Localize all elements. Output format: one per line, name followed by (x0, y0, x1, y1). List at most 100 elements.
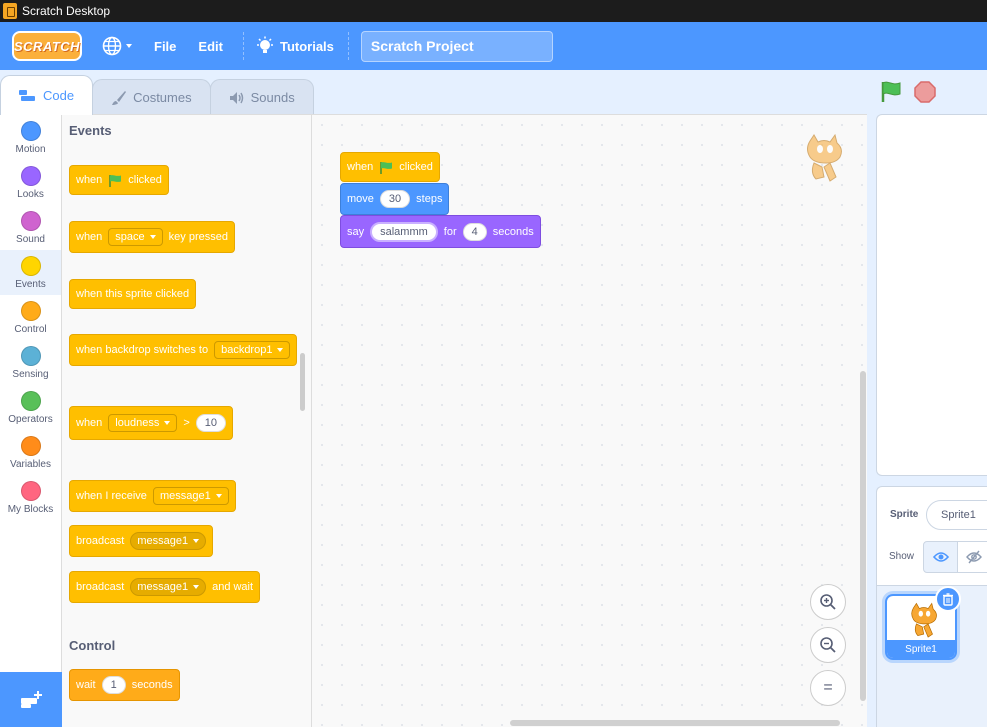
category-dot (20, 165, 41, 186)
category-dot (20, 300, 41, 321)
globe-icon (102, 36, 122, 56)
category-label: Looks (17, 188, 44, 200)
sprite-info-panel: Sprite Sprite1 Show (876, 486, 987, 586)
category-events[interactable]: Events (0, 250, 61, 295)
palette-heading-control: Control (69, 638, 116, 653)
project-title-input[interactable]: Scratch Project (360, 30, 553, 62)
backdrop-dropdown[interactable]: backdrop1 (214, 341, 291, 359)
tutorials-label: Tutorials (279, 38, 334, 54)
script-say-for-seconds[interactable]: say salammm for 4 seconds (340, 215, 541, 248)
block-when-i-receive[interactable]: when I receive message1 (69, 467, 236, 512)
cat-sprite-icon (911, 602, 937, 638)
dropdown-value: message1 (159, 490, 211, 502)
script-area-vertical-scrollbar[interactable] (860, 371, 866, 701)
menu-divider (347, 32, 349, 60)
caret-icon (164, 421, 171, 425)
zoom-out-button[interactable] (810, 627, 846, 663)
file-menu[interactable]: File (154, 39, 176, 54)
sensor-dropdown[interactable]: loudness (108, 414, 178, 432)
dropdown-value: message1 (137, 581, 189, 593)
block-when-backdrop-switches[interactable]: when backdrop switches to backdrop1 (69, 321, 298, 366)
stage-canvas[interactable] (876, 114, 987, 476)
category-label: Variables (10, 458, 51, 470)
script-when-flag-clicked[interactable]: when clicked (340, 139, 440, 182)
scratch-app-icon (3, 3, 17, 19)
script-area[interactable]: when clicked move 30 steps say salammm f… (312, 114, 867, 727)
hide-sprite-button[interactable] (957, 541, 987, 573)
block-categories: Motion Looks Sound Events Control Sensin… (0, 114, 62, 727)
menu-bar: SCRATCH File Edit Tutorials Scratch Proj… (0, 22, 987, 70)
category-my-blocks[interactable]: My Blocks (0, 475, 61, 520)
category-dot (20, 120, 41, 141)
block-text: when (347, 161, 374, 173)
say-message-input[interactable]: salammm (370, 221, 438, 242)
block-broadcast-and-wait[interactable]: broadcast message1 and wait (69, 571, 261, 603)
category-looks[interactable]: Looks (0, 160, 61, 205)
category-sound[interactable]: Sound (0, 205, 61, 250)
block-text: broadcast (76, 581, 125, 593)
block-when-key-pressed[interactable]: when space key pressed (69, 208, 235, 253)
category-dot (20, 435, 41, 456)
message-dropdown[interactable]: message1 (130, 532, 207, 550)
green-flag-icon[interactable] (880, 80, 902, 104)
category-label: Events (15, 278, 46, 290)
wait-seconds-input[interactable]: 1 (101, 676, 126, 694)
block-wait-seconds[interactable]: wait 1 seconds (69, 669, 180, 701)
code-icon (19, 89, 35, 101)
category-sensing[interactable]: Sensing (0, 340, 61, 385)
category-operators[interactable]: Operators (0, 385, 61, 430)
zoom-out-icon (820, 637, 836, 653)
block-text: and wait (212, 581, 254, 593)
edit-menu[interactable]: Edit (198, 39, 223, 54)
palette-scrollbar[interactable] (300, 353, 305, 411)
tab-sounds[interactable]: Sounds (209, 79, 314, 115)
category-motion[interactable]: Motion (0, 115, 61, 160)
zoom-reset-button[interactable]: = (810, 670, 846, 706)
block-text: seconds (492, 225, 534, 238)
threshold-input[interactable]: 10 (195, 414, 227, 432)
dropdown-value: message1 (137, 535, 189, 547)
block-text: when (76, 417, 103, 429)
show-sprite-button[interactable] (923, 541, 958, 573)
block-broadcast[interactable]: broadcast message1 (69, 525, 214, 557)
category-dot (20, 390, 41, 411)
category-variables[interactable]: Variables (0, 430, 61, 475)
message-dropdown[interactable]: message1 (152, 487, 229, 505)
delete-sprite-button[interactable] (935, 586, 961, 612)
message-dropdown[interactable]: message1 (130, 578, 207, 596)
block-when-flag-clicked[interactable]: when clicked (69, 152, 169, 195)
block-text: move (347, 193, 374, 205)
tab-costumes[interactable]: Costumes (92, 79, 211, 115)
menu-divider (242, 32, 244, 60)
zoom-in-button[interactable] (810, 584, 846, 620)
dropdown-value: backdrop1 (221, 344, 273, 356)
trash-icon (943, 592, 953, 606)
steps-input[interactable]: 30 (379, 190, 411, 208)
block-text: for (443, 225, 457, 238)
tab-sounds-label: Sounds (250, 90, 295, 105)
block-when-sprite-clicked[interactable]: when this sprite clicked (69, 266, 197, 309)
block-text: wait (76, 679, 96, 691)
scratch-logo[interactable]: SCRATCH (12, 31, 82, 61)
category-label: Operators (8, 413, 53, 425)
stop-icon[interactable] (914, 81, 936, 103)
palette-heading-events: Events (69, 123, 112, 138)
block-text: clicked (399, 161, 433, 173)
block-text: when (76, 231, 103, 243)
category-control[interactable]: Control (0, 295, 61, 340)
green-flag-icon (380, 161, 393, 174)
say-seconds-input[interactable]: 4 (462, 222, 487, 241)
category-label: Sound (16, 233, 45, 245)
script-area-horizontal-scrollbar[interactable] (510, 720, 840, 726)
script-move-steps[interactable]: move 30 steps (340, 183, 450, 215)
category-label: Motion (15, 143, 46, 155)
key-dropdown[interactable]: space (108, 228, 163, 246)
language-menu[interactable] (102, 36, 132, 56)
tutorials-button[interactable]: Tutorials (256, 36, 334, 56)
caret-icon (277, 348, 284, 352)
block-when-loudness[interactable]: when loudness > 10 (69, 393, 234, 440)
add-extension-button[interactable] (0, 672, 62, 727)
tab-code[interactable]: Code (0, 75, 94, 115)
sprite-name-input[interactable]: Sprite1 (926, 500, 987, 530)
block-text: when backdrop switches to (76, 344, 209, 356)
